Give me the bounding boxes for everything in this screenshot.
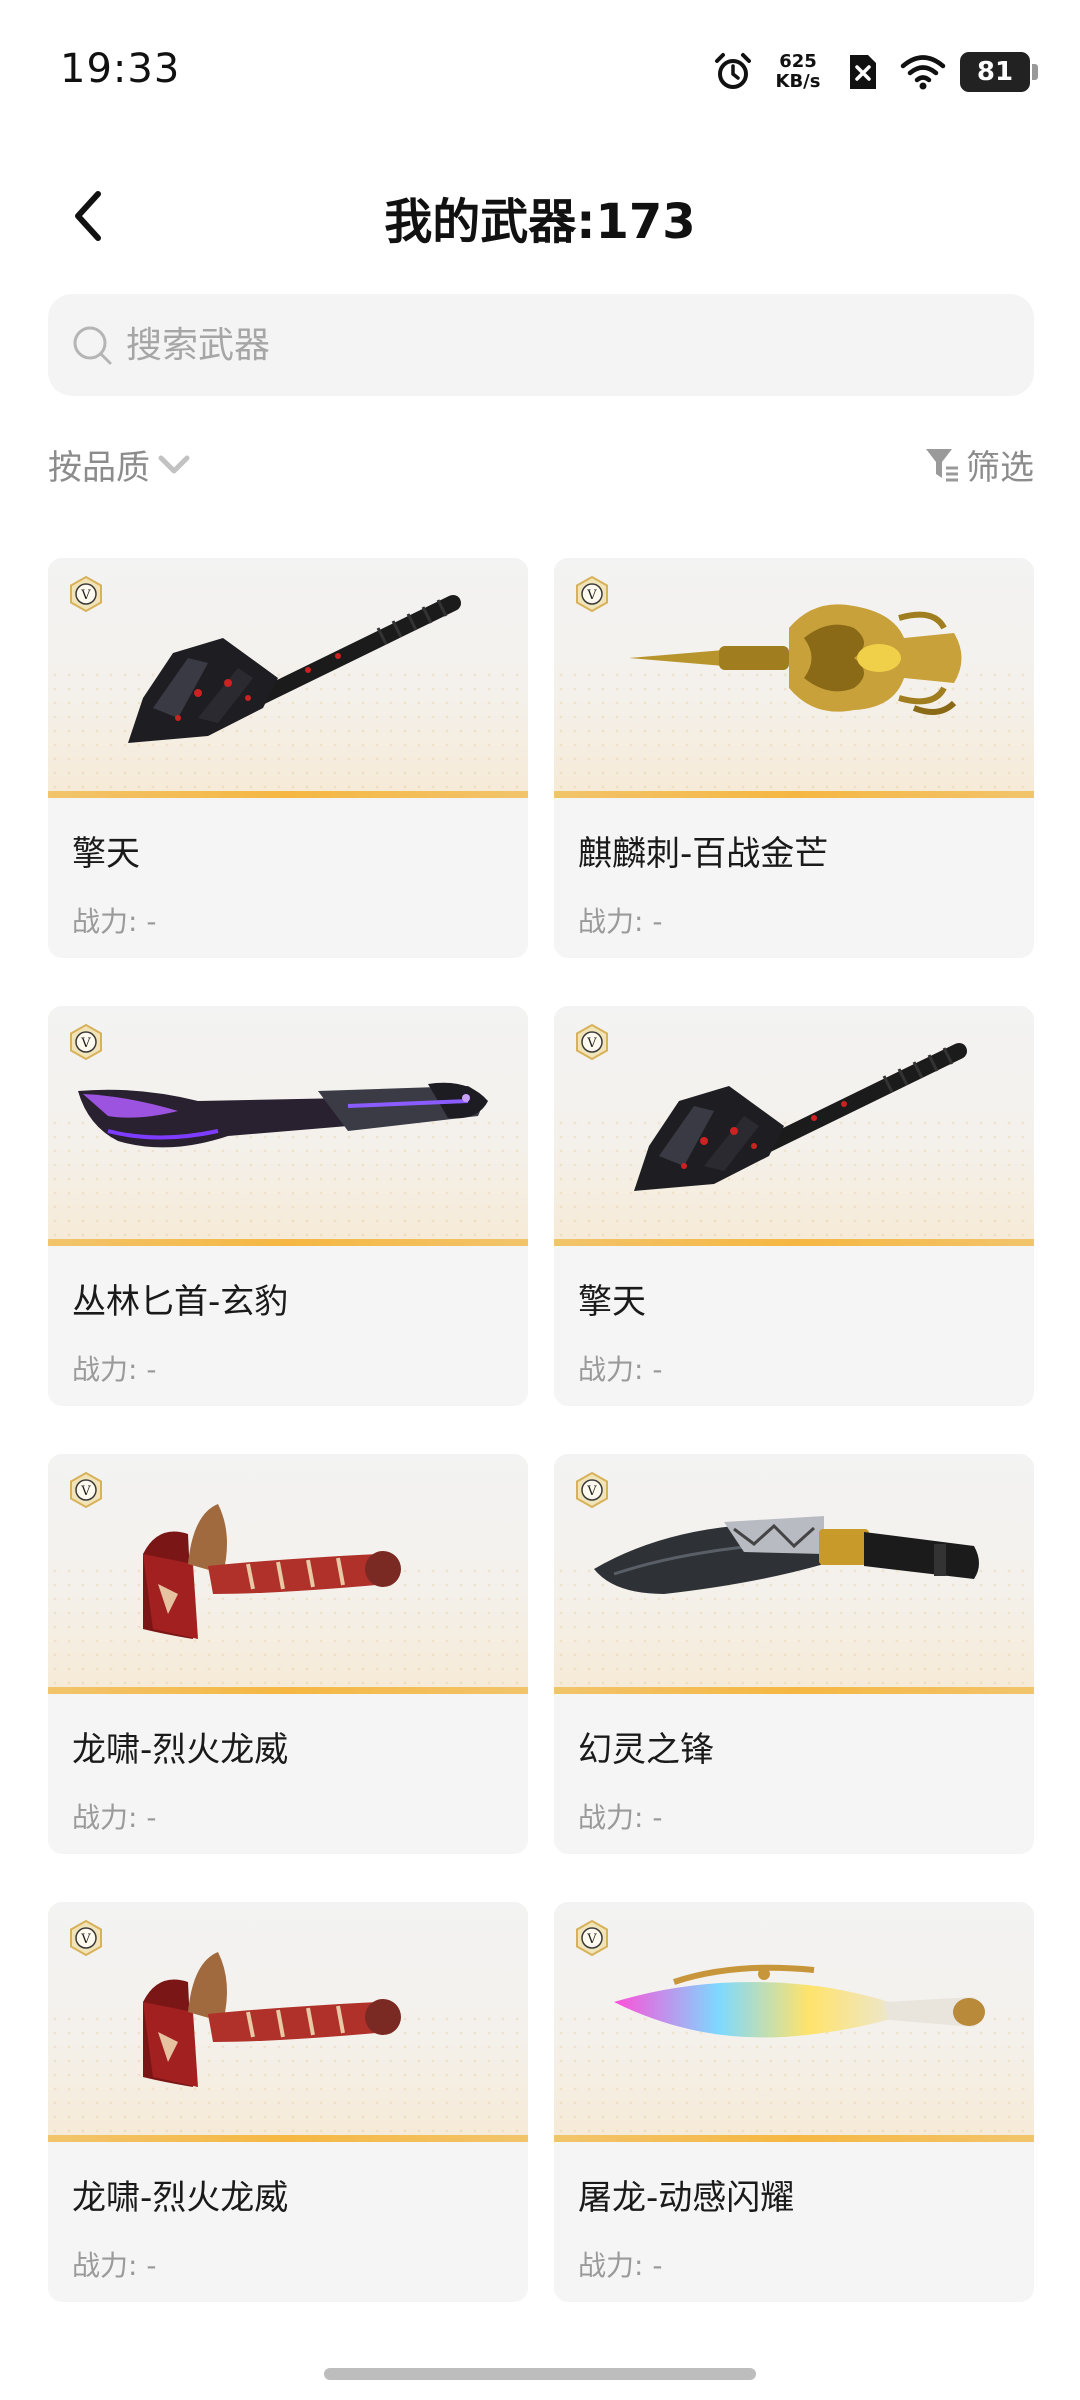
v-badge-icon: V [70, 576, 102, 612]
weapon-card[interactable]: V 屠龙-动感闪耀 战力: - [554, 1902, 1034, 2302]
home-indicator[interactable] [324, 2368, 756, 2380]
v-badge-letter: V [80, 1484, 91, 1499]
weapon-name: 屠龙-动感闪耀 [578, 2178, 795, 2218]
weapon-illustration [143, 1952, 401, 2087]
weapon-card[interactable]: V 龙啸-烈火龙威 战力: - [48, 1454, 528, 1854]
weapon-image: V [48, 1454, 528, 1694]
app-header: 我的武器:173 [0, 160, 1080, 260]
weapon-card[interactable]: V 幻灵之锋 战力: - [554, 1454, 1034, 1854]
weapon-card[interactable]: V 丛林匕首-玄豹 战力: - [48, 1006, 528, 1406]
network-speed-unit: KB/s [775, 71, 821, 92]
weapon-name: 擎天 [72, 834, 140, 874]
no-sim-icon [840, 49, 886, 95]
weapon-power: 战力: - [578, 1801, 663, 1834]
v-badge-letter: V [80, 1932, 91, 1947]
sort-filter-row: 按品质 筛选 [48, 440, 1034, 500]
weapon-name: 龙啸-烈火龙威 [72, 1730, 289, 1770]
filter-icon [926, 448, 958, 481]
weapon-power: 战力: - [72, 1353, 157, 1386]
v-badge-letter: V [586, 588, 597, 603]
v-badge-icon: V [576, 1472, 608, 1508]
v-badge-icon: V [576, 576, 608, 612]
weapon-name: 麒麟刺-百战金芒 [578, 834, 829, 874]
weapon-image: V [48, 1006, 528, 1246]
weapon-card[interactable]: V 龙啸-烈火龙威 战力: - [48, 1902, 528, 2302]
sort-dropdown[interactable]: 按品质 [48, 440, 192, 489]
weapon-illustration [78, 1082, 488, 1148]
search-input[interactable] [124, 323, 984, 367]
weapon-illustration [594, 1516, 979, 1594]
search-icon [73, 326, 112, 365]
v-badge-letter: V [586, 1484, 597, 1499]
v-badge-letter: V [80, 588, 91, 603]
v-badge-icon: V [70, 1472, 102, 1508]
v-badge-letter: V [586, 1932, 597, 1947]
chevron-down-icon [158, 455, 190, 473]
wifi-icon [900, 49, 946, 95]
weapon-image: V [48, 558, 528, 798]
battery-level: 81 [976, 57, 1014, 87]
filter-button[interactable]: 筛选 [924, 440, 1034, 489]
weapon-name: 幻灵之锋 [578, 1730, 714, 1770]
v-badge-letter: V [80, 1036, 91, 1051]
weapon-illustration [634, 1043, 967, 1191]
network-speed: 625 KB/s [770, 52, 826, 92]
weapon-power: 战力: - [72, 2249, 157, 2282]
weapon-illustration [629, 604, 962, 715]
filter-label: 筛选 [966, 448, 1034, 488]
weapon-power: 战力: - [72, 905, 157, 938]
v-badge-letter: V [586, 1036, 597, 1051]
status-time: 19:33 [60, 46, 181, 92]
battery-icon: 81 [960, 52, 1038, 92]
weapon-illustration [128, 595, 461, 743]
status-icons: 625 KB/s 81 [710, 44, 1038, 100]
weapon-illustration [614, 1964, 985, 2038]
sort-label: 按品质 [48, 448, 150, 488]
weapon-power: 战力: - [578, 905, 663, 938]
weapon-grid: V 擎天 战力: - V 麒麟刺-百战金芒 战力: - V 丛林匕首-玄豹 战力… [48, 558, 1034, 2302]
weapon-illustration [143, 1504, 401, 1639]
weapon-image: V [554, 558, 1034, 798]
status-bar: 19:33 625 KB/s 81 [0, 0, 1080, 140]
v-badge-icon: V [70, 1920, 102, 1956]
network-speed-value: 625 [779, 51, 817, 72]
weapon-name: 龙啸-烈火龙威 [72, 2178, 289, 2218]
weapon-name: 丛林匕首-玄豹 [72, 1282, 289, 1322]
weapon-power: 战力: - [578, 2249, 663, 2282]
weapon-name: 擎天 [578, 1282, 646, 1322]
search-bar[interactable] [48, 294, 1034, 396]
weapon-power: 战力: - [72, 1801, 157, 1834]
v-badge-icon: V [70, 1024, 102, 1060]
weapon-image: V [554, 1006, 1034, 1246]
weapon-card[interactable]: V 擎天 战力: - [554, 1006, 1034, 1406]
weapon-power: 战力: - [578, 1353, 663, 1386]
weapon-image: V [554, 1454, 1034, 1694]
v-badge-icon: V [576, 1024, 608, 1060]
weapon-image: V [554, 1902, 1034, 2142]
weapon-card[interactable]: V 麒麟刺-百战金芒 战力: - [554, 558, 1034, 958]
alarm-icon [710, 49, 756, 95]
weapon-image: V [48, 1902, 528, 2142]
v-badge-icon: V [576, 1920, 608, 1956]
weapon-card[interactable]: V 擎天 战力: - [48, 558, 528, 958]
page-title: 我的武器:173 [384, 194, 696, 250]
